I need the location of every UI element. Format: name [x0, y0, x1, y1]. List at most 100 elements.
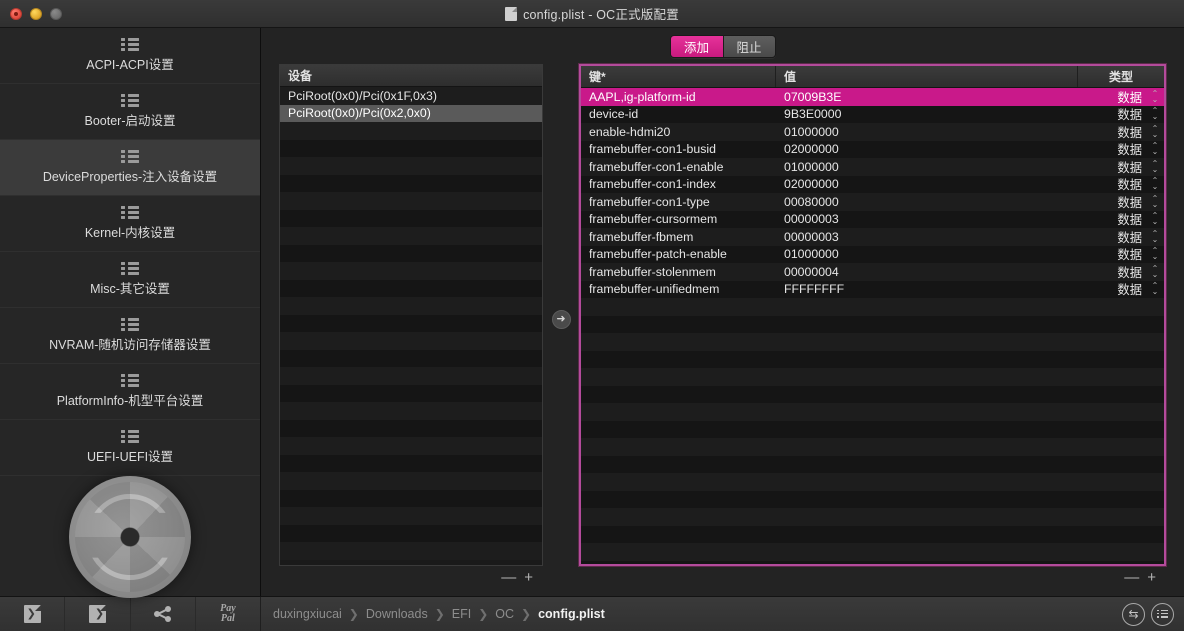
type-stepper[interactable]: ⌃⌄ [1146, 248, 1164, 260]
device-row-empty[interactable] [280, 437, 542, 455]
sidebar-item-7[interactable]: UEFI-UEFI设置 [0, 420, 260, 476]
device-row-empty[interactable] [280, 175, 542, 193]
property-type[interactable]: 数据 [1078, 228, 1146, 246]
type-stepper[interactable]: ⌃⌄ [1146, 143, 1164, 155]
property-type[interactable]: 数据 [1078, 280, 1146, 298]
property-row[interactable]: framebuffer-con1-enable01000000数据⌃⌄ [581, 158, 1164, 176]
property-key[interactable]: framebuffer-con1-index [581, 177, 776, 191]
device-row-empty[interactable] [280, 455, 542, 473]
breadcrumb-item-4[interactable]: config.plist [538, 607, 605, 621]
property-row[interactable]: framebuffer-cursormem00000003数据⌃⌄ [581, 211, 1164, 229]
device-column-header[interactable]: 设备 [280, 65, 542, 86]
property-type[interactable]: 数据 [1078, 193, 1146, 211]
segment-0[interactable]: 添加 [671, 36, 723, 57]
device-row-empty[interactable] [280, 297, 542, 315]
type-stepper[interactable]: ⌃⌄ [1146, 283, 1164, 295]
property-value[interactable]: 01000000 [776, 247, 1078, 261]
device-row-empty[interactable] [280, 472, 542, 490]
property-add-button[interactable]: + [1143, 570, 1160, 585]
property-row-empty[interactable] [581, 508, 1164, 526]
property-value[interactable]: 01000000 [776, 125, 1078, 139]
property-value[interactable]: 07009B3E [776, 90, 1078, 104]
segment-1[interactable]: 阻止 [723, 36, 775, 57]
property-type[interactable]: 数据 [1078, 140, 1146, 158]
property-value[interactable]: 02000000 [776, 142, 1078, 156]
device-row-empty[interactable] [280, 350, 542, 368]
device-row[interactable]: PciRoot(0x0)/Pci(0x2,0x0) [280, 105, 542, 123]
device-row-empty[interactable] [280, 525, 542, 543]
device-row-empty[interactable] [280, 507, 542, 525]
sidebar-item-6[interactable]: PlatformInfo-机型平台设置 [0, 364, 260, 420]
type-stepper[interactable]: ⌃⌄ [1146, 178, 1164, 190]
arrow-right-circle-icon[interactable]: ➜ [552, 310, 571, 329]
property-value[interactable]: 9B3E0000 [776, 107, 1078, 121]
property-type[interactable]: 数据 [1078, 263, 1146, 281]
property-row-empty[interactable] [581, 526, 1164, 544]
close-button[interactable] [10, 8, 22, 20]
breadcrumb-item-2[interactable]: EFI [452, 607, 471, 621]
left-right-arrow-icon[interactable]: ⇆ [1122, 603, 1145, 626]
property-row-empty[interactable] [581, 316, 1164, 334]
property-type[interactable]: 数据 [1078, 210, 1146, 228]
property-key[interactable]: framebuffer-con1-enable [581, 160, 776, 174]
mode-segmented-control[interactable]: 添加阻止 [670, 35, 776, 58]
property-key[interactable]: framebuffer-unifiedmem [581, 282, 776, 296]
property-value[interactable]: 00080000 [776, 195, 1078, 209]
device-row-empty[interactable] [280, 402, 542, 420]
key-column-header[interactable]: 键* [581, 66, 776, 87]
import-button[interactable] [0, 597, 65, 631]
property-key[interactable]: framebuffer-stolenmem [581, 265, 776, 279]
sidebar-item-2[interactable]: DeviceProperties-注入设备设置 [0, 140, 260, 196]
property-type[interactable]: 数据 [1078, 88, 1146, 106]
property-remove-button[interactable]: — [1120, 570, 1143, 585]
type-stepper[interactable]: ⌃⌄ [1146, 91, 1164, 103]
type-stepper[interactable]: ⌃⌄ [1146, 266, 1164, 278]
breadcrumb-item-3[interactable]: OC [495, 607, 514, 621]
property-key[interactable]: framebuffer-cursormem [581, 212, 776, 226]
type-stepper[interactable]: ⌃⌄ [1146, 126, 1164, 138]
sidebar-item-0[interactable]: ACPI-ACPI设置 [0, 28, 260, 84]
property-key[interactable]: enable-hdmi20 [581, 125, 776, 139]
minimize-button[interactable] [30, 8, 42, 20]
property-row-empty[interactable] [581, 543, 1164, 561]
property-type[interactable]: 数据 [1078, 105, 1146, 123]
list-view-button[interactable] [1151, 603, 1174, 626]
type-stepper[interactable]: ⌃⌄ [1146, 213, 1164, 225]
value-column-header[interactable]: 值 [776, 66, 1078, 87]
device-row-list[interactable]: PciRoot(0x0)/Pci(0x1F,0x3)PciRoot(0x0)/P… [280, 87, 542, 565]
property-type[interactable]: 数据 [1078, 245, 1146, 263]
property-row-empty[interactable] [581, 421, 1164, 439]
device-row-empty[interactable] [280, 420, 542, 438]
device-remove-button[interactable]: — [497, 570, 520, 585]
sidebar-item-5[interactable]: NVRAM-随机访问存储器设置 [0, 308, 260, 364]
property-row-empty[interactable] [581, 473, 1164, 491]
property-row[interactable]: framebuffer-fbmem00000003数据⌃⌄ [581, 228, 1164, 246]
property-value[interactable]: 00000004 [776, 265, 1078, 279]
property-row-empty[interactable] [581, 333, 1164, 351]
property-key[interactable]: AAPL,ig-platform-id [581, 90, 776, 104]
type-stepper[interactable]: ⌃⌄ [1146, 108, 1164, 120]
export-button[interactable] [65, 597, 130, 631]
property-row[interactable]: device-id9B3E0000数据⌃⌄ [581, 106, 1164, 124]
type-stepper[interactable]: ⌃⌄ [1146, 161, 1164, 173]
paypal-donate-button[interactable]: Pay Pal [196, 597, 260, 631]
property-row-empty[interactable] [581, 403, 1164, 421]
sidebar-item-1[interactable]: Booter-启动设置 [0, 84, 260, 140]
property-row[interactable]: framebuffer-con1-type00080000数据⌃⌄ [581, 193, 1164, 211]
device-row-empty[interactable] [280, 245, 542, 263]
type-stepper[interactable]: ⌃⌄ [1146, 231, 1164, 243]
property-row-empty[interactable] [581, 561, 1164, 565]
device-add-button[interactable]: + [520, 570, 537, 585]
property-type[interactable]: 数据 [1078, 158, 1146, 176]
property-key[interactable]: framebuffer-con1-busid [581, 142, 776, 156]
sidebar-item-3[interactable]: Kernel-内核设置 [0, 196, 260, 252]
property-row-empty[interactable] [581, 298, 1164, 316]
device-row-empty[interactable] [280, 332, 542, 350]
property-row[interactable]: framebuffer-patch-enable01000000数据⌃⌄ [581, 246, 1164, 264]
property-key[interactable]: framebuffer-patch-enable [581, 247, 776, 261]
property-type[interactable]: 数据 [1078, 175, 1146, 193]
breadcrumb-item-1[interactable]: Downloads [366, 607, 428, 621]
property-value[interactable]: 01000000 [776, 160, 1078, 174]
properties-row-list[interactable]: AAPL,ig-platform-id07009B3E数据⌃⌄device-id… [581, 88, 1164, 564]
property-row[interactable]: enable-hdmi2001000000数据⌃⌄ [581, 123, 1164, 141]
